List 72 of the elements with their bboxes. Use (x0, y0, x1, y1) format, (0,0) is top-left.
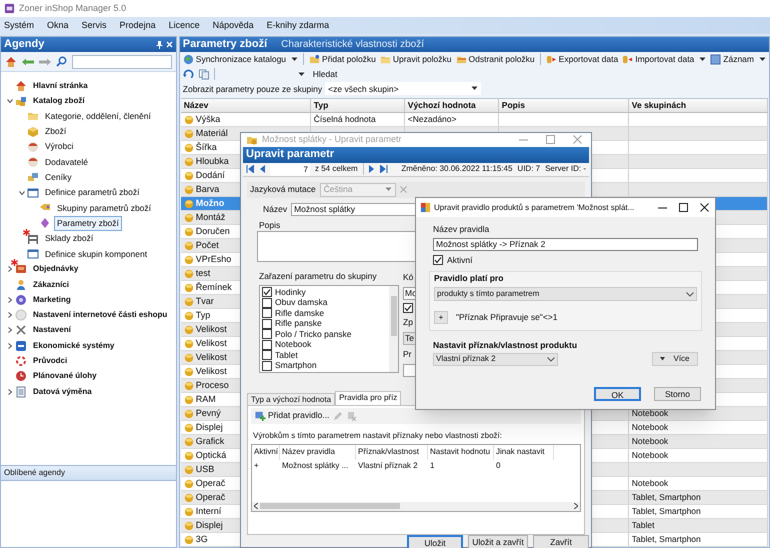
panel-title: Agendy (4, 37, 44, 52)
field-label: Zp (403, 316, 414, 329)
table-cell-text: Velikost (196, 350, 227, 364)
table-cell-text: test (196, 266, 210, 280)
table-cell-text: + (253, 460, 260, 472)
table-cell: <Nezadáno> (408, 113, 456, 126)
table-cell: Tablet, Smartphon (632, 505, 701, 518)
table-cell-text: RAM (196, 392, 216, 406)
table-cell-text: Interní (196, 504, 222, 518)
section-title: Oblíbené agendy (4, 467, 65, 479)
uid-label: UID: 7 (517, 163, 540, 175)
table-cell-text: Typ (196, 308, 210, 322)
panel-subtitle: Charakteristické vlastnosti zboží (281, 38, 424, 52)
table-cell: Notebook (632, 421, 668, 434)
caption: Výrobkům s tímto parametrem nastavit příznaky nebo vlastnosti zboží: (253, 430, 502, 442)
table-cell-text: Řemínek (196, 280, 232, 294)
table-cell-text: Tvar (196, 294, 214, 308)
field-label: Nastavit příznak/vlastnost produktu (433, 338, 578, 352)
table-cell-text: 1 (429, 460, 436, 472)
window-title: Zoner inShop Manager 5.0 (19, 2, 126, 15)
table-cell-text: Možnost splátky ... (281, 460, 350, 472)
table-cell: Tablet, Smartphon (632, 491, 701, 504)
condition-text: "Příznak Připravuje se"<>1 (456, 311, 558, 324)
panel-title: Parametry zboží (182, 37, 268, 52)
dialog-header: Upravit parametr (246, 147, 334, 162)
table-cell-text: Operač (196, 490, 226, 504)
table-cell: Notebook (632, 477, 668, 490)
server-id-label: Server ID: - (545, 163, 586, 175)
table-cell-text: Velikost (196, 336, 227, 350)
table-cell-text: Montáž (196, 210, 226, 224)
modified-date: Změněno: 30.06.2022 11:15:45 (401, 163, 512, 175)
table-cell-text: VPrEsho (196, 252, 232, 266)
table-cell-text: Displej (196, 518, 223, 532)
table-cell-text: Grafick (196, 434, 224, 448)
table-cell: Notebook (632, 449, 668, 462)
table-cell-text: Výška (196, 112, 220, 126)
table-cell-text: Možno (196, 196, 224, 210)
dialog-title: Možnost splátky - Upravit parametr (262, 133, 403, 146)
table-cell-text: Dodání (196, 168, 225, 182)
record-count: z 54 celkem (315, 163, 358, 175)
table-cell-text: Šířka (196, 140, 217, 154)
table-cell-text: USB (196, 462, 214, 476)
table-cell-text: Doručen (196, 224, 230, 238)
field-label: Kó (403, 271, 414, 284)
table-cell-text: Počet (196, 238, 219, 252)
filter-label: Zobrazit parametry pouze ze skupiny (182, 82, 322, 96)
field-label: Název pravidla (433, 223, 490, 236)
table-cell-text: Operač (196, 476, 226, 490)
table-cell: Notebook (632, 407, 668, 420)
table-cell-text: Velikost (196, 322, 227, 336)
table-cell-text: Materiál (196, 126, 228, 140)
table-cell-text: Hloubka (196, 154, 229, 168)
field-label: Jazyková mutace (250, 183, 316, 196)
table-cell-text: Pevný (196, 406, 221, 420)
table-cell-text: Barva (196, 182, 220, 196)
table-cell-text: Velikost (196, 364, 227, 378)
table-cell-text: Proceso (196, 378, 229, 392)
table-cell: Tablet, Smartphon (632, 533, 701, 546)
table-cell-text: Displej (196, 420, 223, 434)
field-label: Popis (259, 218, 280, 232)
table-cell-text: Vlastní příznak 2 (357, 460, 419, 472)
table-cell: Notebook (632, 435, 668, 448)
group-title: Pravidlo platí pro (434, 272, 504, 284)
table-cell-text: Optická (196, 448, 226, 462)
table-cell-text: 0 (495, 460, 502, 472)
field-label: Název (263, 202, 288, 216)
field-label: Pr (403, 348, 412, 360)
table-cell: Číselná hodnota (314, 113, 376, 126)
table-cell: Tablet (632, 519, 654, 532)
checkbox-label: Aktivní (447, 254, 473, 266)
field-label: Zařazení parametru do skupiny (259, 270, 378, 283)
table-cell-text: 3G (196, 532, 208, 546)
